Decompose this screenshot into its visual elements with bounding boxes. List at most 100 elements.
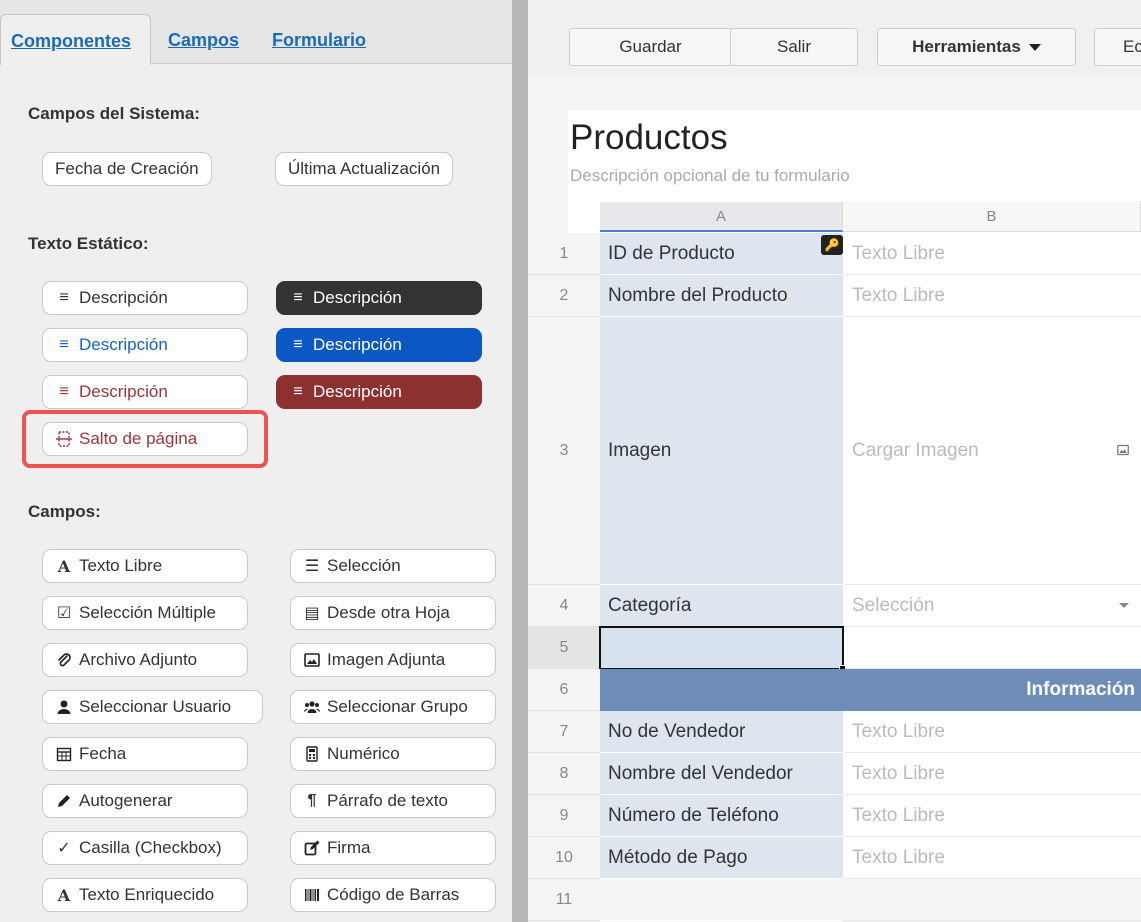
field-attachment-button[interactable]: Archivo Adjunto [42,643,248,677]
column-header-b[interactable]: B [843,202,1141,232]
letter-a-icon: A [57,556,71,576]
form-sheet: Productos Descripción opcional de tu for… [528,74,1141,922]
text-lines-icon: ≡ [59,289,69,306]
calculator-icon [303,746,321,762]
field-multi-select-button[interactable]: ☑ Selección Múltiple [42,596,248,630]
description-red-text-button[interactable]: ≡ Descripción [42,375,248,409]
cell-text: Cargar Imagen [852,439,979,461]
button-label: Fecha de Creación [55,159,199,178]
field-other-sheet-button[interactable]: ▤ Desde otra Hoja [290,596,496,630]
exit-button[interactable]: Salir [730,28,858,66]
label-cell[interactable]: No de Vendedor [600,711,843,753]
form-builder-app: Componentes Campos Formulario Campos del… [0,0,1141,922]
paperclip-icon [55,652,73,668]
description-blue-text-button[interactable]: ≡ Descripción [42,328,248,362]
form-title[interactable]: Productos [570,118,728,158]
field-autogenerate-button[interactable]: Autogenerar [42,784,248,818]
field-rich-text-button[interactable]: A Texto Enriquecido [42,878,248,912]
highlight-box [22,410,268,468]
description-plain-button[interactable]: ≡ Descripción [42,281,248,315]
last-updated-button[interactable]: Última Actualización [275,152,454,186]
description-blue-button[interactable]: ≡ Descripción [276,328,482,362]
description-red-button[interactable]: ≡ Descripción [276,375,482,409]
section-header-bar[interactable]: Información [600,669,1141,711]
dropdown-cell[interactable]: Selección [843,585,1141,627]
paragraph-icon: ¶ [307,792,317,809]
field-select-user-button[interactable]: Seleccionar Usuario [42,690,263,724]
save-button[interactable]: Guardar [569,28,732,66]
chevron-down-icon [1119,603,1129,608]
field-numeric-button[interactable]: Numérico [290,737,496,771]
button-label: Texto Enriquecido [79,885,215,904]
field-cell[interactable]: Texto Libre [843,795,1141,837]
row-number: 1 [528,233,600,275]
edit-button[interactable]: Ec [1094,28,1141,66]
button-label: Seleccionar Usuario [79,697,232,716]
selected-cell[interactable] [599,626,846,672]
cell-text: ID de Producto [608,242,735,264]
form-description[interactable]: Descripción opcional de tu formulario [570,166,850,186]
field-image-button[interactable]: Imagen Adjunta [290,643,496,677]
button-label: Firma [327,838,371,857]
table-row: 5 [528,626,1141,672]
field-barcode-button[interactable]: Código de Barras [290,878,496,912]
button-label: Selección Múltiple [79,603,217,622]
panel-scrollbar[interactable] [512,0,528,922]
cell-text: Selección [852,594,935,616]
text-lines-icon: ≡ [293,383,303,400]
row-number: 7 [528,711,600,753]
field-cell[interactable]: Texto Libre [843,275,1141,317]
button-label: Casilla (Checkbox) [79,838,222,857]
row-number: 3 [528,317,600,585]
label-cell[interactable]: Nombre del Producto [600,275,843,317]
text-lines-icon: ≡ [293,289,303,306]
text-lines-icon: ≡ [293,336,303,353]
row-number: 2 [528,275,600,317]
label-cell[interactable]: ID de Producto 🔑 [600,233,843,275]
field-cell[interactable] [843,627,1141,669]
row-number: 11 [528,879,600,921]
row-number: 5 [528,627,600,669]
tab-campos[interactable]: Campos [168,30,239,51]
button-label: Numérico [327,744,400,763]
caret-down-icon [1028,43,1041,51]
field-cell[interactable]: Texto Libre [843,753,1141,795]
image-upload-cell[interactable]: Cargar Imagen [843,317,1141,585]
field-checkbox-button[interactable]: ✓ Casilla (Checkbox) [42,831,248,865]
tab-componentes[interactable]: Componentes [0,14,151,65]
table-row: 1 ID de Producto 🔑 Texto Libre [528,233,1141,275]
field-signature-button[interactable]: Firma [290,831,496,865]
field-select-group-button[interactable]: Seleccionar Grupo [290,690,496,724]
table-row: 6 Información [528,669,1141,711]
button-label: Guardar [619,37,682,56]
table-row: 7 No de Vendedor Texto Libre [528,711,1141,753]
description-dark-button[interactable]: ≡ Descripción [276,281,482,315]
field-free-text-button[interactable]: A Texto Libre [42,549,248,583]
field-paragraph-button[interactable]: ¶ Párrafo de texto [290,784,496,818]
checkmark-icon: ✓ [57,840,71,857]
field-cell[interactable]: Texto Libre [843,711,1141,753]
created-date-button[interactable]: Fecha de Creación [42,152,212,186]
label-cell[interactable] [600,879,843,921]
image-icon [1117,443,1129,459]
field-cell[interactable]: Texto Libre [843,233,1141,275]
label-cell[interactable]: Categoría [600,585,843,627]
components-panel: Componentes Campos Formulario Campos del… [0,0,512,922]
button-label: Última Actualización [288,159,441,178]
field-cell[interactable] [843,879,1141,921]
column-header-a[interactable]: A [600,202,843,232]
label-cell[interactable]: Nombre del Vendedor [600,753,843,795]
field-date-button[interactable]: Fecha [42,737,248,771]
tab-formulario[interactable]: Formulario [272,30,366,51]
tools-menu-button[interactable]: Herramientas [877,28,1076,66]
label-cell[interactable]: Imagen [600,317,843,585]
calendar-icon [55,746,73,762]
label-cell[interactable]: Número de Teléfono [600,795,843,837]
button-label: Código de Barras [327,885,460,904]
system-fields-title: Campos del Sistema: [28,104,200,123]
button-label: Selección [327,556,401,575]
field-selection-button[interactable]: ☰ Selección [290,549,496,583]
letter-a-icon: A [57,885,71,905]
field-cell[interactable]: Texto Libre [843,837,1141,879]
label-cell[interactable]: Método de Pago [600,837,843,879]
